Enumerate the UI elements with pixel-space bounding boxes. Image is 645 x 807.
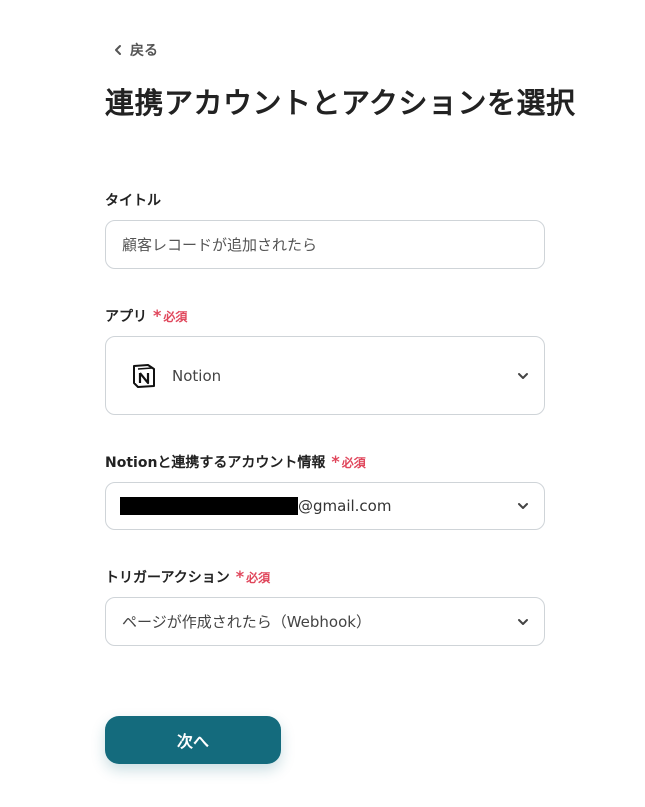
required-badge: * 必須 — [153, 306, 188, 325]
back-label: 戻る — [130, 43, 158, 59]
account-select[interactable]: @gmail.com — [105, 482, 545, 530]
page-title: 連携アカウントとアクションを選択 — [105, 86, 576, 120]
redacted-email-block — [120, 497, 298, 515]
app-field-label: アプリ * 必須 — [105, 306, 188, 326]
trigger-action-value: ページが作成されたら（Webhook） — [122, 613, 371, 631]
account-email-domain: @gmail.com — [298, 497, 392, 515]
trigger-field-label: トリガーアクション * 必須 — [105, 567, 271, 587]
chevron-left-icon — [115, 45, 121, 55]
notion-logo-icon — [133, 363, 155, 388]
back-link[interactable]: 戻る — [112, 40, 158, 60]
app-select-value: Notion — [172, 366, 222, 385]
title-input[interactable]: 顧客レコードが追加されたら — [105, 220, 545, 269]
title-field-label: タイトル — [105, 193, 161, 209]
title-input-value: 顧客レコードが追加されたら — [122, 236, 318, 254]
app-select[interactable]: Notion — [105, 336, 545, 415]
chevron-down-icon — [518, 618, 528, 625]
next-button[interactable]: 次へ — [105, 716, 281, 764]
required-badge: * 必須 — [331, 452, 366, 471]
trigger-action-select[interactable]: ページが作成されたら（Webhook） — [105, 597, 545, 646]
required-badge: * 必須 — [235, 567, 271, 586]
chevron-down-icon — [518, 372, 528, 379]
account-field-label: Notionと連携するアカウント情報 * 必須 — [105, 452, 366, 472]
chevron-down-icon — [518, 503, 528, 509]
